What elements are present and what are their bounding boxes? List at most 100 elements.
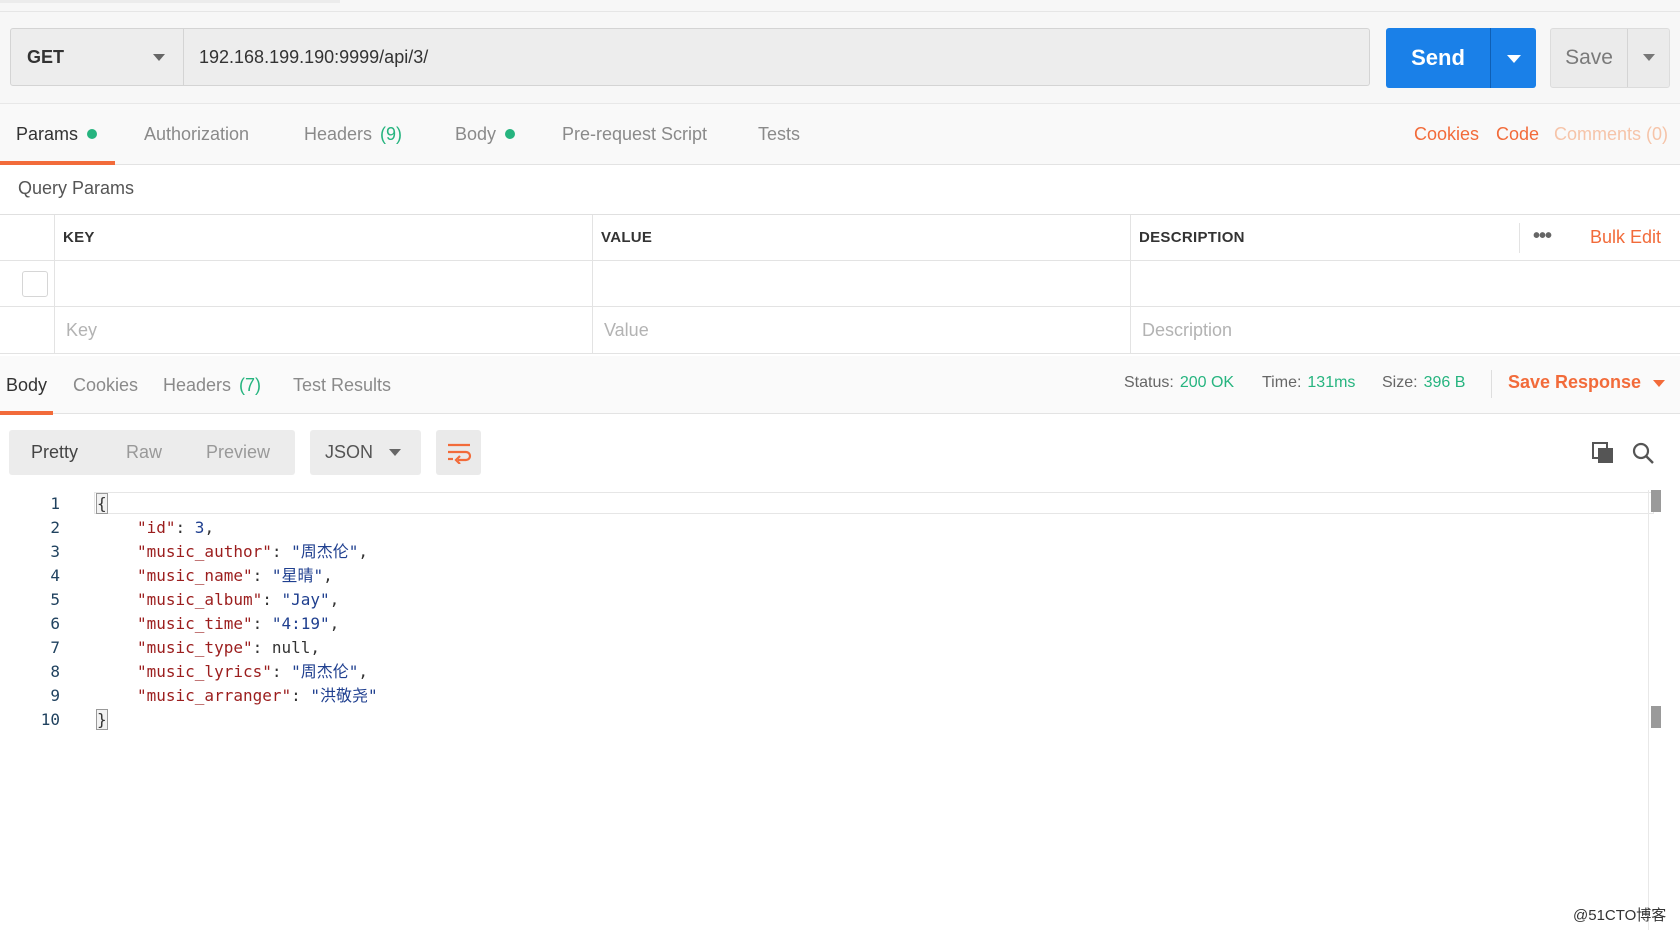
- tab-response-headers-count: (7): [239, 374, 262, 395]
- table-header-row: KEY VALUE DESCRIPTION ••• Bulk Edit: [0, 215, 1680, 261]
- json-value: "4:19": [271, 614, 330, 633]
- json-colon: :: [291, 686, 311, 705]
- tab-params[interactable]: Params: [0, 104, 116, 165]
- tab-response-headers[interactable]: Headers (7): [163, 356, 261, 414]
- wrap-lines-button[interactable]: [436, 430, 481, 475]
- method-select[interactable]: GET: [10, 28, 184, 86]
- tab-strip-line: [0, 0, 340, 3]
- search-button[interactable]: [1628, 438, 1658, 468]
- request-tabs: Params Authorization Headers (9) Body Pr…: [0, 104, 1680, 165]
- json-comma: ,: [310, 638, 321, 657]
- line-number: 7: [50, 638, 60, 657]
- header-divider: [1519, 223, 1520, 253]
- query-params-title: Query Params: [18, 178, 135, 198]
- json-key: "id": [137, 518, 176, 537]
- json-value: null: [271, 638, 311, 657]
- tab-response-cookies[interactable]: Cookies: [73, 356, 138, 414]
- more-dots-icon[interactable]: •••: [1533, 225, 1552, 248]
- row-enable-checkbox[interactable]: [22, 271, 48, 297]
- chevron-down-icon[interactable]: [1643, 54, 1655, 61]
- tab-body-label: Body: [455, 123, 497, 144]
- scroll-marker: [1651, 490, 1661, 512]
- json-comma: ,: [204, 518, 215, 537]
- body-indicator-dot: [505, 129, 516, 139]
- line-number: 5: [50, 590, 60, 609]
- json-colon: :: [271, 542, 292, 561]
- size-readout: Size: 396 B: [1382, 374, 1465, 392]
- comments-link[interactable]: Comments (0): [1554, 104, 1668, 164]
- json-value: 3: [194, 518, 205, 537]
- search-icon: [1632, 442, 1654, 464]
- code-link[interactable]: Code: [1496, 104, 1539, 164]
- table-row: Key Value Description: [0, 307, 1680, 354]
- send-divider: [1490, 28, 1491, 88]
- description-input[interactable]: Description: [1142, 320, 1232, 341]
- editor-scrollbar[interactable]: [1648, 490, 1649, 930]
- code-line: "music_album": "Jay",: [137, 588, 339, 612]
- json-value: "周杰伦": [291, 542, 359, 561]
- active-tab-indicator: [0, 161, 116, 165]
- chevron-down-icon: [389, 449, 401, 456]
- key-input[interactable]: Key: [66, 320, 97, 341]
- tab-test-results[interactable]: Test Results: [293, 356, 391, 414]
- cookies-link[interactable]: Cookies: [1414, 104, 1479, 164]
- code-line: "id": 3,: [137, 516, 214, 540]
- close-brace: }: [96, 709, 108, 730]
- tab-tests[interactable]: Tests: [758, 104, 800, 164]
- size-label: Size:: [1382, 374, 1418, 391]
- copy-button[interactable]: [1588, 438, 1618, 468]
- active-tab-indicator: [0, 411, 54, 415]
- tab-pre-request-label: Pre-request Script: [562, 123, 708, 144]
- json-value: "星晴": [271, 566, 324, 585]
- tab-headers-count: (9): [380, 123, 403, 144]
- open-brace: {: [96, 493, 108, 514]
- save-response-button[interactable]: Save Response: [1508, 372, 1666, 393]
- json-comma: ,: [323, 566, 333, 585]
- active-line-highlight: [94, 492, 1654, 514]
- json-key: "music_type": [137, 638, 253, 657]
- json-colon: :: [252, 566, 272, 585]
- format-select[interactable]: JSON: [310, 430, 421, 475]
- json-key: "music_album": [137, 590, 263, 609]
- tab-headers[interactable]: Headers (9): [304, 104, 402, 164]
- response-body-editor[interactable]: 1 2 3 4 5 6 7 8 9 10 { "id": 3, "music_author": "周…: [0, 490, 1680, 930]
- tab-body[interactable]: Body: [455, 104, 516, 164]
- json-key: "music_arranger": [137, 686, 292, 705]
- column-divider: [592, 215, 593, 354]
- tab-pre-request-script[interactable]: Pre-request Script: [562, 104, 707, 164]
- bulk-edit-link[interactable]: Bulk Edit: [1590, 227, 1661, 248]
- wrap-lines-icon: [447, 443, 471, 464]
- value-input[interactable]: Value: [604, 320, 649, 341]
- tab-authorization[interactable]: Authorization: [144, 104, 249, 164]
- time-label: Time:: [1262, 374, 1302, 391]
- tab-response-body[interactable]: Body: [0, 356, 54, 415]
- response-tabs: Body Cookies Headers (7) Test Results St…: [0, 356, 1680, 415]
- preview-button[interactable]: Preview: [206, 430, 270, 475]
- tab-test-results-label: Test Results: [293, 374, 392, 395]
- save-button[interactable]: Save: [1550, 28, 1670, 88]
- line-number: 1: [50, 494, 60, 513]
- line-number: 2: [50, 518, 60, 537]
- code-line: {: [96, 492, 108, 516]
- status-value: 200 OK: [1179, 374, 1235, 391]
- column-divider: [54, 215, 55, 354]
- tab-response-body-label: Body: [6, 374, 48, 395]
- send-button[interactable]: Send: [1386, 28, 1536, 88]
- chevron-down-icon[interactable]: [1507, 55, 1521, 63]
- code-line: "music_author": "周杰伦",: [137, 540, 368, 564]
- json-comma: ,: [358, 542, 369, 561]
- chevron-down-icon: [1653, 379, 1666, 387]
- format-select-label: JSON: [325, 442, 374, 462]
- json-value: "周杰伦": [291, 662, 359, 681]
- scroll-marker: [1651, 706, 1661, 728]
- json-value: "洪敬尧": [310, 686, 378, 705]
- json-comma: ,: [358, 662, 369, 681]
- pretty-button[interactable]: Pretty: [31, 430, 78, 475]
- url-input[interactable]: 192.168.199.190:9999/api/3/: [184, 28, 1370, 86]
- tab-response-cookies-label: Cookies: [73, 374, 139, 395]
- raw-button[interactable]: Raw: [126, 430, 162, 475]
- json-comma: ,: [329, 590, 340, 609]
- json-colon: :: [175, 518, 195, 537]
- time-readout: Time: 131ms: [1262, 374, 1355, 392]
- line-number: 9: [50, 686, 60, 705]
